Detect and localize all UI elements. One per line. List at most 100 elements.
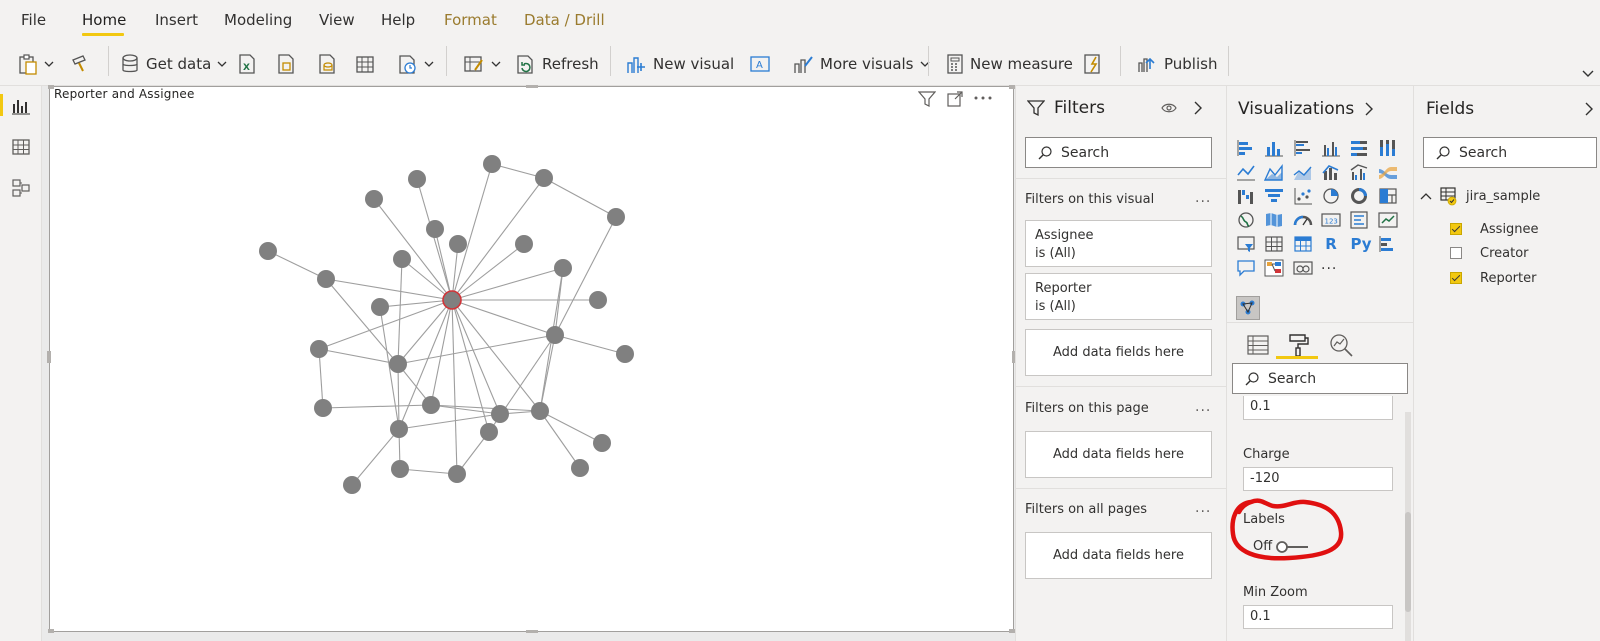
scatter-chart-icon[interactable] <box>1293 187 1313 205</box>
filter-card-reporter[interactable]: Reporter is (All) <box>1025 273 1212 320</box>
line-chart-icon[interactable] <box>1236 163 1256 181</box>
more-visuals-icon[interactable]: ... <box>1321 257 1341 275</box>
menu-home[interactable]: Home <box>82 11 126 29</box>
graph-node[interactable] <box>259 242 277 260</box>
table-node-jira-sample[interactable]: jira_sample <box>1420 186 1540 206</box>
page-filters-drop-zone[interactable]: Add data fields here <box>1025 431 1212 478</box>
refresh-button[interactable]: Refresh <box>516 53 599 75</box>
data-view-icon[interactable] <box>11 137 31 157</box>
charge-input[interactable]: -120 <box>1243 467 1393 491</box>
collapse-ribbon-icon[interactable] <box>1582 70 1594 78</box>
new-measure-button[interactable]: New measure <box>946 53 1073 75</box>
graph-node[interactable] <box>535 169 553 187</box>
field-creator[interactable]: Creator <box>1450 244 1529 262</box>
graph-node[interactable] <box>317 270 335 288</box>
graph-node[interactable] <box>343 476 361 494</box>
key-influencers-icon[interactable] <box>1378 235 1398 253</box>
field-checkbox[interactable] <box>1450 247 1462 259</box>
analytics-tab-icon[interactable] <box>1328 332 1354 358</box>
graph-node[interactable] <box>491 405 509 423</box>
100-stacked-bar-chart-icon[interactable] <box>1349 139 1369 157</box>
area-chart-icon[interactable] <box>1264 163 1284 181</box>
line-and-stacked-column-chart-icon[interactable] <box>1321 163 1341 181</box>
chevron-up-icon[interactable] <box>1420 192 1432 200</box>
chevron-right-icon[interactable] <box>1194 101 1202 115</box>
network-visual[interactable]: Reporter and Assignee <box>47 85 1016 633</box>
graph-node[interactable] <box>371 298 389 316</box>
smart-narrative-icon[interactable] <box>1293 259 1313 277</box>
graph-node[interactable] <box>408 170 426 188</box>
waterfall-chart-icon[interactable] <box>1236 187 1256 205</box>
quick-measure-button[interactable] <box>1083 53 1103 75</box>
network-navigator-visual-button[interactable] <box>1236 296 1260 320</box>
gauge-icon[interactable] <box>1293 211 1313 229</box>
scrollbar-thumb[interactable] <box>1405 512 1411 612</box>
report-view-icon[interactable] <box>11 96 31 116</box>
publish-button[interactable]: Publish <box>1136 53 1217 75</box>
format-tab-icon[interactable] <box>1285 332 1311 358</box>
field-checkbox[interactable] <box>1450 223 1462 235</box>
graph-node[interactable] <box>390 420 408 438</box>
graph-node[interactable] <box>593 434 611 452</box>
top-value-input[interactable]: 0.1 <box>1243 396 1393 420</box>
menu-format[interactable]: Format <box>444 11 497 29</box>
new-visual-button[interactable]: New visual <box>625 53 734 75</box>
graph-node[interactable] <box>483 155 501 173</box>
filled-map-icon[interactable] <box>1264 211 1284 229</box>
dataset-button[interactable] <box>277 53 295 75</box>
graph-node[interactable] <box>391 460 409 478</box>
chevron-right-icon[interactable] <box>1365 102 1373 116</box>
sql-server-button[interactable] <box>318 53 336 75</box>
funnel-chart-icon[interactable] <box>1264 187 1284 205</box>
graph-node[interactable] <box>480 423 498 441</box>
all-pages-filters-drop-zone[interactable]: Add data fields here <box>1025 532 1212 579</box>
excel-button[interactable]: X <box>238 53 256 75</box>
more-options-icon[interactable]: ... <box>1195 190 1211 206</box>
transform-data-button[interactable] <box>463 53 501 75</box>
100-stacked-column-chart-icon[interactable] <box>1378 139 1398 157</box>
graph-node[interactable] <box>607 208 625 226</box>
filters-search-input[interactable]: Search <box>1025 137 1212 168</box>
donut-chart-icon[interactable] <box>1349 187 1369 205</box>
get-data-button[interactable]: Get data <box>120 53 227 75</box>
slicer-icon[interactable] <box>1236 235 1256 253</box>
paste-button[interactable] <box>18 53 54 75</box>
r-visual-icon[interactable]: R <box>1321 235 1341 253</box>
clustered-column-chart-icon[interactable] <box>1321 139 1341 157</box>
stacked-column-chart-icon[interactable] <box>1264 139 1284 157</box>
more-options-icon[interactable]: ... <box>1195 500 1211 516</box>
kpi-icon[interactable] <box>1378 211 1398 229</box>
network-graph[interactable] <box>50 87 1013 631</box>
python-visual-icon[interactable]: Py <box>1349 235 1373 253</box>
format-painter-button[interactable] <box>70 53 90 75</box>
graph-node[interactable] <box>571 459 589 477</box>
model-view-icon[interactable] <box>11 178 31 198</box>
decomposition-tree-icon[interactable] <box>1264 259 1284 277</box>
format-search-input[interactable]: Search <box>1232 363 1408 394</box>
filter-card-assignee[interactable]: Assignee is (All) <box>1025 220 1212 267</box>
graph-node[interactable] <box>546 326 564 344</box>
graph-node[interactable] <box>554 259 572 277</box>
ribbon-chart-icon[interactable] <box>1378 163 1398 181</box>
more-visuals-button[interactable]: More visuals <box>792 53 930 75</box>
graph-node[interactable] <box>589 291 607 309</box>
table-visual-icon[interactable] <box>1264 235 1284 253</box>
graph-node[interactable] <box>314 399 332 417</box>
menu-help[interactable]: Help <box>381 11 415 29</box>
fields-tab-icon[interactable] <box>1245 332 1271 358</box>
card-icon[interactable]: 123 <box>1321 211 1341 229</box>
qa-visual-icon[interactable] <box>1236 259 1256 277</box>
field-checkbox[interactable] <box>1450 272 1462 284</box>
graph-node[interactable] <box>365 190 383 208</box>
graph-node[interactable] <box>389 355 407 373</box>
matrix-icon[interactable] <box>1293 235 1313 253</box>
graph-node[interactable] <box>449 235 467 253</box>
graph-node[interactable] <box>310 340 328 358</box>
stacked-bar-chart-icon[interactable] <box>1236 139 1256 157</box>
treemap-icon[interactable] <box>1378 187 1398 205</box>
menu-insert[interactable]: Insert <box>155 11 198 29</box>
clustered-bar-chart-icon[interactable] <box>1293 139 1313 157</box>
text-box-button[interactable]: A <box>749 53 771 75</box>
enter-data-button[interactable] <box>355 53 375 75</box>
graph-node[interactable] <box>515 235 533 253</box>
